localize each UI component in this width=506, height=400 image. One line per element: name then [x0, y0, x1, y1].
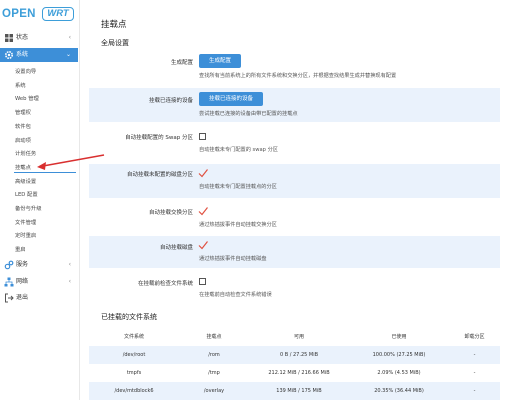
sidebar-subitem[interactable]: 文件管理 — [15, 217, 36, 229]
sidebar-item-network[interactable]: 网络 ‹ — [0, 275, 78, 289]
table-cell: - — [473, 370, 476, 376]
setting-description: 通过热插拔事件自动挂载交换分区 — [199, 222, 277, 228]
table-cell: - — [473, 352, 476, 358]
table-cell: 0 B / 27.25 MiB — [279, 352, 319, 358]
sidebar: OPEN WRT 状态 ‹ 系统 ⌄ 设置向导 系统 Web 管理 管理权 软件包 启动项… — [0, 0, 80, 400]
auto-mount-unconfigured-checkbox[interactable] — [198, 168, 208, 178]
sidebar-subitem[interactable]: 重启 — [15, 244, 26, 256]
setting-row-auto-swap: 自动挂载配置的 Swap 分区 自动挂载未专门配置的 swap 分区 — [89, 126, 500, 160]
setting-row-check-fs: 在挂载前检查文件系统 在挂载前自动检查文件系统错误 — [89, 272, 500, 302]
sidebar-item-services[interactable]: 服务 ‹ — [0, 258, 78, 272]
sidebar-subitem[interactable]: 设置向导 — [15, 66, 36, 78]
table-row: /dev/mtdblock6 /overlay 139 MiB / 175 Mi… — [89, 382, 500, 400]
sidebar-item-label: 退出 — [16, 294, 29, 301]
dashboard-icon — [5, 34, 13, 42]
table-cell: - — [473, 388, 476, 394]
chevron-left-icon: ‹ — [68, 34, 71, 41]
setting-row-auto-mount-unconfigured: 自动挂载未配置的磁盘分区 自动挂载未专门配置挂载点的分区 — [89, 164, 500, 198]
table-row: /dev/root /rom 0 B / 27.25 MiB 100.00% (… — [89, 346, 500, 364]
setting-description: 自动挂载未专门配置挂载点的分区 — [199, 184, 277, 190]
auto-swap-checkbox[interactable] — [199, 133, 206, 140]
setting-label: 自动挂载交换分区 — [148, 210, 193, 216]
sidebar-subitem[interactable]: 启动项 — [15, 135, 31, 147]
hotplug-disk-checkbox[interactable] — [198, 240, 208, 250]
setting-row-generate-config: 生成配置 生成配置 查找所有当前系统上的所有文件系统和交换分区，并根据查找结果生… — [89, 50, 500, 84]
network-icon — [4, 277, 14, 287]
logo-open-text: OPEN — [2, 8, 36, 20]
sidebar-item-label: 网络 — [16, 278, 29, 285]
sidebar-item-system[interactable]: 系统 ⌄ — [0, 48, 78, 62]
sidebar-subitem[interactable]: 备份与升级 — [15, 203, 42, 215]
sidebar-subitem[interactable]: 计划任务 — [15, 148, 36, 160]
sidebar-subitem[interactable]: 高级设置 — [15, 176, 36, 188]
setting-row-mount-devices: 挂载已连接的设备 挂载已连接的设备 尝试挂载已连接的设备由带已配置的挂载点 — [89, 88, 500, 122]
setting-description: 在挂载前自动检查文件系统错误 — [199, 292, 272, 298]
chevron-down-icon: ⌄ — [65, 51, 71, 58]
global-settings-title: 全局设置 — [101, 39, 129, 47]
check-fs-checkbox[interactable] — [199, 278, 206, 285]
table-cell: tmpfs — [126, 370, 142, 376]
setting-label: 生成配置 — [170, 60, 193, 66]
setting-label: 自动挂载磁盘 — [159, 245, 193, 251]
services-icon — [4, 260, 14, 270]
gear-icon — [4, 50, 14, 60]
table-cell: 2.09% (4.53 MiB) — [377, 370, 421, 376]
column-header: 挂载点 — [206, 333, 222, 340]
sidebar-item-label: 系统 — [16, 51, 29, 58]
sidebar-subitem[interactable]: 软件包 — [15, 121, 31, 133]
setting-description: 通过热插拔事件自动挂载磁盘 — [199, 256, 267, 262]
sidebar-subitem[interactable]: 管理权 — [15, 107, 31, 119]
setting-label: 自动挂载未配置的磁盘分区 — [126, 172, 193, 178]
sidebar-item-logout[interactable]: 退出 — [0, 291, 78, 305]
table-cell: 20.35% (36.44 MiB) — [374, 388, 424, 394]
column-header: 文件系统 — [123, 333, 144, 340]
table-cell: /overlay — [203, 388, 225, 394]
table-cell: 100.00% (27.25 MiB) — [372, 352, 426, 358]
setting-row-hotplug-disk: 自动挂载磁盘 通过热插拔事件自动挂载磁盘 — [89, 236, 500, 268]
sidebar-item-label: 服务 — [16, 261, 29, 268]
chevron-left-icon: ‹ — [68, 261, 71, 268]
table-row: tmpfs /tmp 212.12 MiB / 216.66 MiB 2.09%… — [89, 364, 500, 382]
column-header: 已使用 — [391, 333, 407, 340]
main-content: 挂载点 全局设置 生成配置 生成配置 查找所有当前系统上的所有文件系统和交换分区… — [80, 0, 506, 400]
table-header-row: 文件系统 挂载点 可用 已使用 卸载分区 — [89, 328, 500, 344]
setting-description: 尝试挂载已连接的设备由带已配置的挂载点 — [199, 111, 298, 117]
active-item-underline — [14, 172, 76, 173]
logout-icon — [5, 293, 14, 303]
setting-row-hotplug-swap: 自动挂载交换分区 通过热插拔事件自动挂载交换分区 — [89, 202, 500, 236]
setting-label: 自动挂载配置的 Swap 分区 — [125, 135, 193, 141]
chevron-left-icon: ‹ — [68, 278, 71, 285]
sidebar-subitem[interactable]: Web 管理 — [15, 93, 39, 105]
logo-wrt-text: WRT — [42, 7, 74, 21]
mount-attached-devices-button[interactable]: 挂载已连接的设备 — [199, 92, 263, 106]
setting-label: 在挂载前检查文件系统 — [137, 281, 193, 287]
mounted-filesystems-title: 已挂载的文件系统 — [101, 313, 157, 321]
generate-config-button[interactable]: 生成配置 — [199, 54, 241, 68]
setting-label: 挂载已连接的设备 — [148, 98, 193, 104]
setting-description: 查找所有当前系统上的所有文件系统和交换分区，并根据查找结果生成并替换现有配置 — [199, 73, 397, 79]
table-cell: 139 MiB / 175 MiB — [276, 388, 322, 394]
openwrt-logo[interactable]: OPEN WRT — [2, 6, 74, 22]
table-cell: /tmp — [208, 370, 220, 376]
column-header: 卸载分区 — [464, 333, 485, 340]
table-cell: /rom — [208, 352, 220, 358]
sidebar-item-label: 状态 — [16, 34, 29, 41]
table-cell: 212.12 MiB / 216.66 MiB — [268, 370, 330, 376]
table-cell: /dev/root — [122, 352, 146, 358]
page-title: 挂载点 — [101, 20, 127, 30]
setting-description: 自动挂载未专门配置的 swap 分区 — [199, 147, 278, 153]
column-header: 可用 — [293, 333, 304, 340]
sidebar-item-status[interactable]: 状态 ‹ — [0, 31, 78, 45]
sidebar-subitem[interactable]: 系统 — [15, 80, 26, 92]
sidebar-subitem[interactable]: 定时重启 — [15, 230, 36, 242]
sidebar-subitem[interactable]: LED 配置 — [15, 189, 38, 201]
table-cell: /dev/mtdblock6 — [114, 388, 154, 394]
hotplug-swap-checkbox[interactable] — [198, 206, 208, 216]
